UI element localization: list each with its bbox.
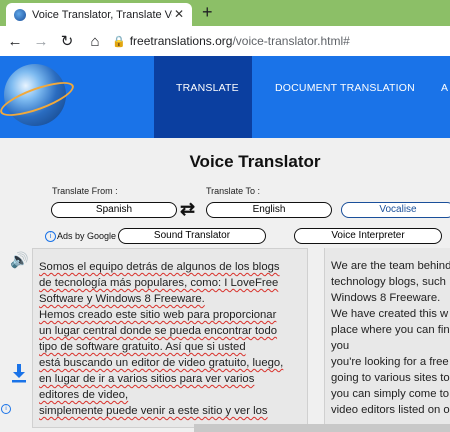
target-line: We have created this w <box>331 308 449 320</box>
new-tab-button[interactable]: + <box>202 2 213 23</box>
source-line: está buscando un editor de video gratuit… <box>39 357 284 369</box>
close-tab-icon[interactable]: ✕ <box>174 7 184 21</box>
back-arrow-icon[interactable]: ← <box>4 30 26 52</box>
site-favicon-icon <box>14 8 26 21</box>
globe-logo-icon[interactable] <box>0 64 78 126</box>
ads-info-icon[interactable]: i <box>45 231 56 242</box>
target-language-select[interactable]: English <box>206 202 332 218</box>
source-line: en lugar de ir a varios sitios para ver … <box>39 373 255 385</box>
reload-icon[interactable]: ↻ <box>56 30 78 52</box>
source-line: Somos el equipo detrás de algunos de los… <box>39 261 280 273</box>
url-domain: freetranslations.org <box>129 34 233 48</box>
url-path: /voice-translator.html# <box>232 34 350 48</box>
target-line: you <box>331 340 350 352</box>
home-icon[interactable]: ⌂ <box>84 30 106 52</box>
source-line: un lugar central donde se pueda encontra… <box>39 325 278 337</box>
target-line: you're looking for a free <box>331 356 449 368</box>
source-language-select[interactable]: Spanish <box>51 202 177 218</box>
download-icon[interactable] <box>11 363 27 383</box>
source-line: simplemente puede venir a este sitio y v… <box>39 405 268 417</box>
target-line: technology blogs, such <box>331 276 446 288</box>
source-line: de tecnología más populares, como: I Lov… <box>39 277 279 289</box>
address-bar[interactable]: freetranslations.org/voice-translator.ht… <box>130 34 350 48</box>
info-icon[interactable]: i <box>1 404 11 414</box>
target-line: We are the team behind <box>331 260 450 272</box>
sound-translator-button[interactable]: Sound Translator <box>118 228 266 244</box>
page-title: Voice Translator <box>189 152 321 171</box>
voice-interpreter-button[interactable]: Voice Interpreter <box>294 228 442 244</box>
nav-active-bg <box>154 56 252 138</box>
nav-document-translation[interactable]: DOCUMENT TRANSLATION <box>275 82 415 94</box>
browser-tab[interactable]: Voice Translator, Translate Voice ✕ <box>6 3 192 26</box>
nav-more[interactable]: A <box>441 82 448 94</box>
nav-translate[interactable]: TRANSLATE <box>176 82 239 94</box>
logo-ring <box>0 75 78 123</box>
source-line: editores de video, <box>39 389 129 401</box>
site-header: TRANSLATE DOCUMENT TRANSLATION A <box>0 56 450 138</box>
horizontal-scrollbar[interactable] <box>194 424 450 432</box>
swap-languages-icon[interactable]: ⇄ <box>180 199 195 220</box>
ads-by-google-label[interactable]: Ads by Google <box>57 231 116 241</box>
forward-arrow-icon[interactable]: → <box>30 30 52 52</box>
browser-tabbar: Voice Translator, Translate Voice ✕ + <box>0 0 450 26</box>
translate-from-label: Translate From : <box>52 186 118 196</box>
speaker-icon[interactable]: 🔊 <box>10 251 29 269</box>
target-line: video editors listed on o <box>331 404 450 416</box>
translate-to-label: Translate To : <box>206 186 261 196</box>
source-line: Hemos creado este sitio web para proporc… <box>39 309 277 321</box>
source-line: tipo de software gratuito. Así que si us… <box>39 341 246 353</box>
browser-toolbar: ← → ↻ ⌂ 🔒 freetranslations.org/voice-tra… <box>0 26 450 56</box>
source-line: Software y Windows 8 Freeware. <box>39 293 205 305</box>
lock-icon[interactable]: 🔒 <box>112 35 126 48</box>
translated-text-area[interactable]: We are the team behind technology blogs,… <box>324 248 450 428</box>
target-line: Windows 8 Freeware. <box>331 292 441 304</box>
target-line: going to various sites to <box>331 372 450 384</box>
target-line: place where you can fin <box>331 324 450 336</box>
target-line: you can simply come to <box>331 388 450 400</box>
vocalise-button[interactable]: Vocalise <box>341 202 450 218</box>
tab-title: Voice Translator, Translate Voice <box>32 8 172 21</box>
source-text-area[interactable]: Somos el equipo detrás de algunos de los… <box>32 248 308 428</box>
